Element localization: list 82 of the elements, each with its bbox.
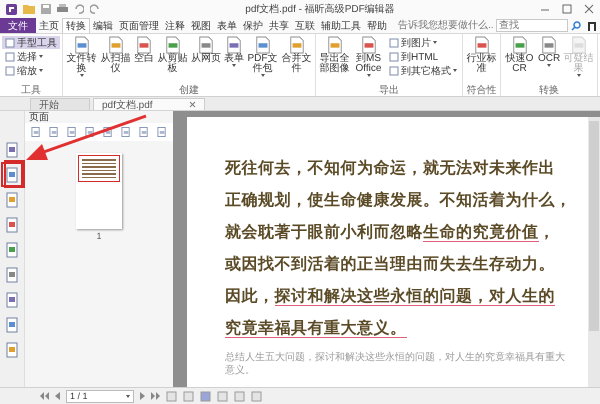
menu-tab[interactable]: 视图 [188, 18, 214, 33]
document-text-line: 或因找不到活着的正当理由而失去生存动力。 [225, 254, 556, 275]
view-mode-icon[interactable] [217, 390, 228, 402]
next-page-icon[interactable] [140, 392, 145, 400]
vertical-scrollbar[interactable] [588, 117, 600, 387]
panel-title: 页面 [29, 111, 49, 124]
document-text-line: 就会耽著于眼前小利而忽略生命的究竟价值， [225, 222, 556, 244]
undo-icon[interactable] [74, 4, 84, 14]
search-icon[interactable] [571, 20, 581, 30]
folder-icon[interactable] [23, 4, 35, 14]
ribbon-button[interactable]: 从剪贴板 [156, 35, 189, 75]
page-number-field[interactable]: 1 / 1 [66, 390, 134, 402]
document-text-line: 究竟幸福具有重大意义。 [225, 318, 408, 340]
group-label: 符合性 [466, 85, 498, 96]
page-tool-icon[interactable] [31, 126, 41, 138]
caption-text: 总结人生五大问题，探讨和解决这些永恒的问题，对人生的究竟幸福具有重大意义。 [225, 351, 566, 377]
page-icon[interactable] [5, 142, 19, 158]
previous-page-icon[interactable] [55, 392, 60, 400]
maximize-icon[interactable] [562, 4, 572, 14]
ribbon-button[interactable]: OCR [537, 35, 562, 68]
page-tool-icon[interactable] [49, 126, 59, 138]
last-page-icon[interactable] [151, 392, 160, 400]
view-mode-icon[interactable] [200, 390, 211, 402]
page-tool-icon[interactable] [139, 126, 149, 138]
menu-tab[interactable]: 保护 [240, 18, 266, 33]
menu-tab[interactable]: 编辑 [90, 18, 116, 33]
menu-tab[interactable]: 辅助工具 [318, 18, 364, 33]
document-tab[interactable]: 开始 [30, 98, 90, 110]
menu-tab[interactable]: 主页 [36, 18, 62, 33]
menu-tab[interactable]: 表单 [214, 18, 240, 33]
view-mode-icon[interactable] [234, 390, 245, 402]
view-mode-icon[interactable] [251, 390, 262, 402]
file-menu-tab[interactable]: 文件 [0, 18, 36, 33]
view-mode-icon[interactable] [183, 390, 194, 402]
ribbon-button[interactable]: 从网页 [190, 35, 222, 65]
view-mode-icon[interactable] [166, 390, 177, 402]
ribbon-button[interactable]: PDF文件包 [246, 35, 279, 78]
group-label: 转换 [538, 85, 560, 96]
search-field[interactable]: 查找 [496, 19, 568, 32]
ribbon-button[interactable]: 文件转换 [65, 35, 98, 78]
tell-me-field[interactable]: 告诉我您想要做什么... [396, 19, 496, 32]
ribbon-button[interactable]: 缩放 [2, 64, 60, 77]
ribbon-button[interactable]: 到HTML [386, 50, 460, 63]
window-title: pdf文档.pdf - 福昕高级PDF编辑器 [244, 2, 396, 16]
document-text-line: 正确规划，使生命健康发展。不知活着为什么， [225, 190, 572, 211]
page-thumbnail[interactable] [76, 153, 122, 229]
page-tool-icon[interactable] [67, 126, 77, 138]
highlight-frame [4, 160, 25, 188]
ribbon-button[interactable]: 到其它格式 [386, 64, 460, 77]
close-icon[interactable] [188, 101, 196, 108]
menu-tab[interactable]: 互联 [292, 18, 318, 33]
group-label: 导出 [378, 85, 400, 96]
ribbon-button[interactable]: 行业标准 [465, 35, 498, 75]
save-icon[interactable] [41, 4, 51, 14]
menu-tab[interactable]: 帮助 [364, 18, 390, 33]
page-tool-icon[interactable] [157, 126, 167, 138]
menu-tab[interactable]: 注释 [162, 18, 188, 33]
app-logo-icon [6, 4, 17, 14]
menu-tab[interactable]: 转换 [62, 18, 90, 33]
close-icon[interactable] [584, 4, 594, 14]
group-label: 创建 [178, 85, 200, 96]
ribbon-button[interactable]: 从扫描仪 [99, 35, 132, 75]
document-text-line: 死往何去，不知何为命运，就无法对未来作出 [225, 158, 556, 179]
document-tab[interactable]: pdf文档.pdf [93, 98, 205, 110]
menu-tab[interactable]: 共享 [266, 18, 292, 33]
print-icon[interactable] [57, 4, 68, 14]
ribbon-button[interactable]: 快速OCR [503, 35, 536, 75]
ribbon-button[interactable]: 到图片 [386, 36, 460, 49]
document-text-line: 因此，探讨和解决这些永恒的问题，对人生的 [225, 286, 556, 308]
ribbon-button[interactable]: 到MS Office [352, 35, 385, 78]
redo-icon[interactable] [90, 4, 100, 14]
page-tool-icon[interactable] [121, 126, 131, 138]
page-number: 1 [96, 231, 102, 241]
menu-tab[interactable]: 页面管理 [116, 18, 162, 33]
group-label: 工具 [20, 85, 42, 96]
ribbon-button[interactable]: 选择 [2, 50, 60, 63]
ribbon-button[interactable]: 表单 [223, 35, 245, 68]
first-page-icon[interactable] [40, 392, 49, 400]
ribbon-button[interactable]: 导出全部图像 [318, 35, 351, 75]
ribbon-button[interactable]: 手型工具 [2, 36, 60, 49]
ribbon-button[interactable]: 空白 [133, 35, 155, 65]
ribbon-button[interactable]: 合并文件 [280, 35, 313, 75]
